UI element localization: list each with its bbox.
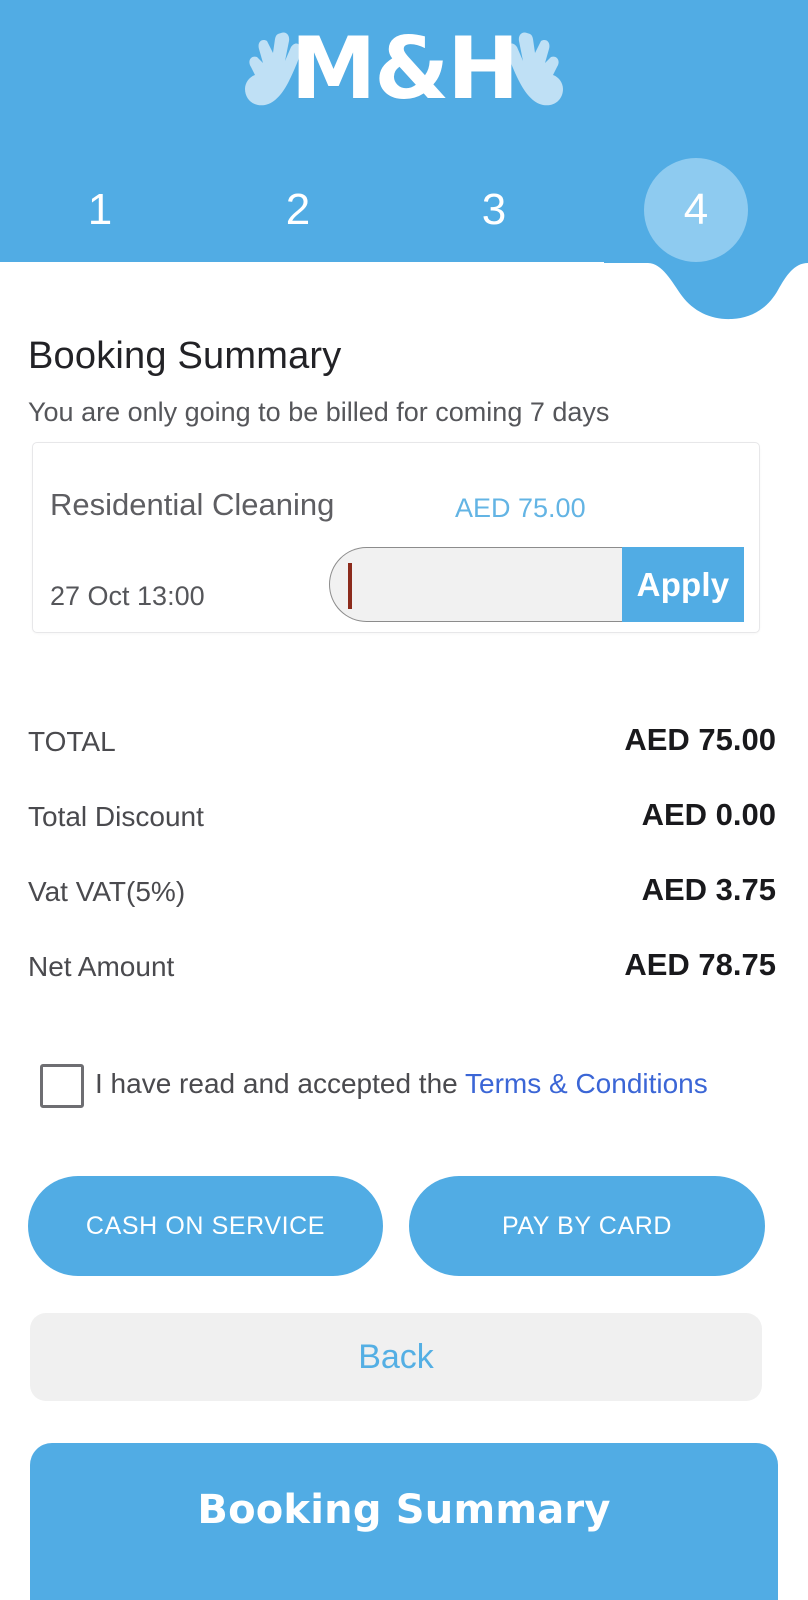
terms-prefix: I have read and accepted the [95,1068,465,1099]
app-header: M&H 1 2 3 4 [0,0,808,262]
total-row: Total Discount AED 0.00 [0,787,808,862]
page-title: Booking Summary [28,335,342,377]
service-price: AED 75.00 [455,493,586,523]
total-label: Total Discount [28,801,204,832]
total-value: AED 3.75 [641,872,776,907]
text-caret [348,563,352,609]
back-button[interactable]: Back [30,1313,762,1401]
total-row: TOTAL AED 75.00 [0,712,808,787]
step-1[interactable]: 1 [52,170,148,250]
header-notch [604,262,808,320]
booking-summary-screen: M&H 1 2 3 4 Booking Summary You are only… [0,0,808,1600]
terms-and-conditions-link[interactable]: Terms & Conditions [465,1068,708,1099]
terms-text: I have read and accepted the Terms & Con… [95,1068,708,1100]
total-row: Vat VAT(5%) AED 3.75 [0,862,808,937]
payment-actions: CASH ON SERVICE PAY BY CARD [0,1176,808,1276]
service-card: Residential Cleaning AED 75.00 27 Oct 13… [32,442,760,633]
page-subtitle: You are only going to be billed for comi… [28,397,610,427]
total-value: AED 78.75 [624,947,776,982]
terms-checkbox[interactable] [40,1064,84,1108]
step-4-active[interactable]: 4 [644,158,748,262]
totals-list: TOTAL AED 75.00 Total Discount AED 0.00 … [0,712,808,1012]
total-label: Vat VAT(5%) [28,876,186,907]
step-2[interactable]: 2 [250,170,346,250]
service-name: Residential Cleaning [50,487,335,522]
bottom-bar-label: Booking Summary [197,1487,611,1533]
promo-code-row: Apply [329,547,744,622]
total-label: Net Amount [28,951,175,982]
apply-promo-button[interactable]: Apply [622,547,744,622]
total-row: Net Amount AED 78.75 [0,937,808,1012]
step-indicator: 1 2 3 4 [0,158,808,262]
promo-code-input[interactable] [329,547,622,622]
total-value: AED 75.00 [624,722,776,757]
bottom-bar[interactable]: Booking Summary [30,1443,778,1600]
terms-row: I have read and accepted the Terms & Con… [0,1062,808,1112]
cash-on-service-button[interactable]: CASH ON SERVICE [28,1176,383,1276]
service-datetime: 27 Oct 13:00 [50,581,205,611]
pay-by-card-button[interactable]: PAY BY CARD [409,1176,765,1276]
logo-text: M&H [290,19,520,119]
total-label: TOTAL [28,726,116,757]
brand-logo: M&H [0,14,808,124]
step-3[interactable]: 3 [446,170,542,250]
total-value: AED 0.00 [641,797,776,832]
